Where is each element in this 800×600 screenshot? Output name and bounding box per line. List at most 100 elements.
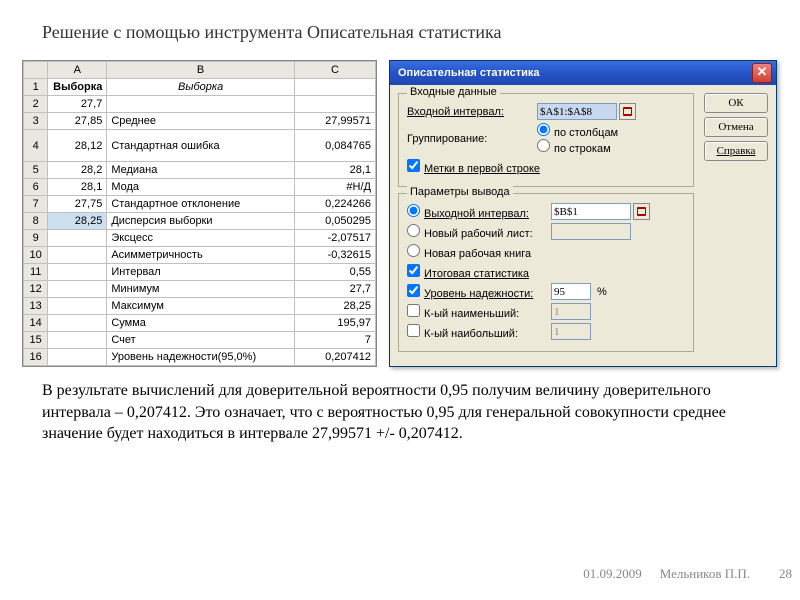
row-header[interactable]: 12 <box>24 281 48 298</box>
cell[interactable]: Среднее <box>107 113 295 130</box>
radio-new-workbook[interactable]: Новая рабочая книга <box>407 244 531 260</box>
input-range-field[interactable] <box>537 103 617 120</box>
checkbox-summary-stats[interactable]: Итоговая статистика <box>407 264 529 280</box>
cell[interactable]: 27,7 <box>294 281 375 298</box>
spreadsheet: A B C 1 Выборка Выборка 2 27,7 3 27,85 С… <box>22 60 377 367</box>
row-header[interactable]: 9 <box>24 230 48 247</box>
description-text: В результате вычислений для доверительно… <box>42 380 740 445</box>
row-header[interactable]: 11 <box>24 264 48 281</box>
cell[interactable]: Выборка <box>48 79 107 96</box>
cell[interactable] <box>48 315 107 332</box>
cell[interactable] <box>48 349 107 366</box>
cell[interactable]: Выборка <box>107 79 295 96</box>
cell[interactable]: 0,050295 <box>294 213 375 230</box>
row-header[interactable]: 15 <box>24 332 48 349</box>
cell[interactable]: Эксцесс <box>107 230 295 247</box>
cell-selected[interactable]: 28,25 <box>48 213 107 230</box>
cell[interactable]: 0,207412 <box>294 349 375 366</box>
kth-smallest-field <box>551 303 591 320</box>
new-worksheet-field <box>551 223 631 240</box>
cell[interactable]: 28,12 <box>48 130 107 162</box>
label-input-range: Входной интервал: <box>407 106 537 118</box>
label-grouping: Группирование: <box>407 133 537 145</box>
cell[interactable]: -0,32615 <box>294 247 375 264</box>
help-button[interactable]: Справка <box>704 141 768 161</box>
row-header[interactable]: 7 <box>24 196 48 213</box>
cell[interactable]: Мода <box>107 179 295 196</box>
cell[interactable]: 27,85 <box>48 113 107 130</box>
dialog-descriptive-statistics: Описательная статистика ✕ Входные данные… <box>389 60 777 367</box>
row-header[interactable]: 10 <box>24 247 48 264</box>
checkbox-labels-first-row[interactable]: Метки в первой строке <box>407 159 540 175</box>
close-icon[interactable]: ✕ <box>752 63 772 83</box>
cell[interactable] <box>48 332 107 349</box>
output-range-field[interactable] <box>551 203 631 220</box>
checkbox-confidence-level[interactable]: Уровень надежности: <box>407 284 551 300</box>
cell[interactable]: 7 <box>294 332 375 349</box>
cell[interactable]: Минимум <box>107 281 295 298</box>
cell[interactable] <box>48 264 107 281</box>
checkbox-kth-largest[interactable]: К-ый наибольший: <box>407 324 551 340</box>
row-header[interactable]: 1 <box>24 79 48 96</box>
cell[interactable] <box>107 96 295 113</box>
cancel-button[interactable]: Отмена <box>704 117 768 137</box>
cell[interactable]: 27,75 <box>48 196 107 213</box>
row-header[interactable]: 6 <box>24 179 48 196</box>
row-header[interactable]: 3 <box>24 113 48 130</box>
cell[interactable]: Стандартное отклонение <box>107 196 295 213</box>
cell[interactable]: Уровень надежности(95,0%) <box>107 349 295 366</box>
radio-by-columns[interactable]: по столбцам <box>537 123 618 139</box>
radio-by-rows[interactable]: по строкам <box>537 139 618 155</box>
col-header-c[interactable]: C <box>294 62 375 79</box>
cell[interactable]: Сумма <box>107 315 295 332</box>
cell[interactable]: Стандартная ошибка <box>107 130 295 162</box>
row-header[interactable]: 16 <box>24 349 48 366</box>
cell[interactable]: 27,99571 <box>294 113 375 130</box>
cell[interactable]: 28,1 <box>294 162 375 179</box>
checkbox-kth-smallest[interactable]: К-ый наименьший: <box>407 304 551 320</box>
range-picker-icon[interactable] <box>633 203 650 220</box>
ok-button[interactable]: ОК <box>704 93 768 113</box>
cell[interactable]: -2,07517 <box>294 230 375 247</box>
cell[interactable] <box>294 96 375 113</box>
row-header[interactable]: 8 <box>24 213 48 230</box>
cell[interactable] <box>48 281 107 298</box>
cell[interactable]: 0,084765 <box>294 130 375 162</box>
cell[interactable] <box>48 247 107 264</box>
range-picker-icon[interactable] <box>619 103 636 120</box>
cell[interactable]: Дисперсия выборки <box>107 213 295 230</box>
col-header-a[interactable]: A <box>48 62 107 79</box>
row-header[interactable]: 2 <box>24 96 48 113</box>
row-header[interactable]: 13 <box>24 298 48 315</box>
cell[interactable] <box>294 79 375 96</box>
radio-new-worksheet[interactable]: Новый рабочий лист: <box>407 224 551 240</box>
row-header[interactable]: 4 <box>24 130 48 162</box>
col-header-b[interactable]: B <box>107 62 295 79</box>
cell[interactable]: Максимум <box>107 298 295 315</box>
titlebar[interactable]: Описательная статистика ✕ <box>390 61 776 85</box>
cell[interactable]: 28,1 <box>48 179 107 196</box>
row-header[interactable]: 5 <box>24 162 48 179</box>
row-header[interactable]: 14 <box>24 315 48 332</box>
cell[interactable]: 0,55 <box>294 264 375 281</box>
cell[interactable]: Счет <box>107 332 295 349</box>
cell[interactable]: Медиана <box>107 162 295 179</box>
cell[interactable]: #Н/Д <box>294 179 375 196</box>
percent-label: % <box>597 286 607 298</box>
confidence-field[interactable] <box>551 283 591 300</box>
cell[interactable] <box>48 230 107 247</box>
cell[interactable]: Асимметричность <box>107 247 295 264</box>
cell[interactable] <box>48 298 107 315</box>
cell[interactable]: 28,2 <box>48 162 107 179</box>
corner-cell[interactable] <box>24 62 48 79</box>
cell[interactable]: 27,7 <box>48 96 107 113</box>
group-title: Входные данные <box>407 86 500 98</box>
cell[interactable]: 195,97 <box>294 315 375 332</box>
footer-author: Мельников П.П. <box>660 566 750 582</box>
page-number: 28 <box>779 566 792 582</box>
cell[interactable]: 28,25 <box>294 298 375 315</box>
radio-output-range[interactable]: Выходной интервал: <box>407 204 551 220</box>
cell[interactable]: Интервал <box>107 264 295 281</box>
cell[interactable]: 0,224266 <box>294 196 375 213</box>
dialog-title: Описательная статистика <box>398 67 540 79</box>
